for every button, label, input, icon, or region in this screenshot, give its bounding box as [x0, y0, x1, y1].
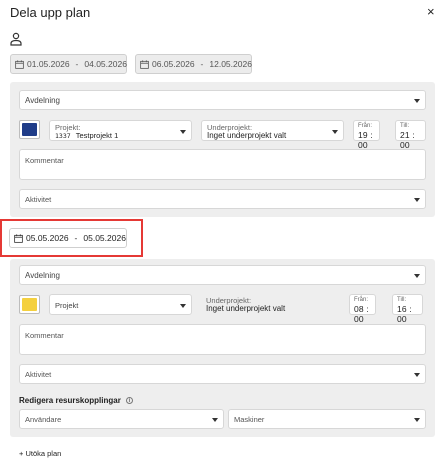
- resource-title-text: Redigera resurskopplingar: [19, 396, 121, 405]
- time-to-value: 21 : 00: [400, 130, 415, 150]
- comment-placeholder: Kommentar: [25, 156, 64, 165]
- activity-placeholder: Aktivitet: [25, 195, 52, 204]
- info-icon[interactable]: i: [125, 397, 133, 404]
- chevron-down-icon: [414, 373, 420, 377]
- time-to-label: Till:: [397, 297, 407, 303]
- activity-select[interactable]: Aktivitet: [19, 189, 426, 209]
- date-range-second[interactable]: 06.05.2026 - 12.05.2026: [135, 54, 252, 74]
- time-to-label: Till:: [400, 123, 410, 129]
- time-from-label: Från:: [358, 123, 373, 129]
- color-swatch: [22, 123, 37, 136]
- department-select[interactable]: Avdelning: [19, 265, 426, 285]
- time-from-label: Från:: [354, 297, 369, 303]
- calendar-icon: [14, 233, 23, 243]
- dialog-title: Dela upp plan: [10, 5, 91, 20]
- chevron-down-icon: [332, 130, 338, 134]
- department-placeholder: Avdelning: [25, 271, 60, 280]
- date-end: 05.05.2026: [83, 233, 126, 243]
- time-to-value: 16 : 00: [397, 304, 412, 324]
- date-range-third[interactable]: 05.05.2026 - 05.05.2026: [9, 228, 127, 248]
- chevron-down-icon: [414, 274, 420, 278]
- project-placeholder: Projekt: [55, 301, 79, 310]
- subproject-select[interactable]: Underprojekt: Inget underprojekt valt: [201, 120, 344, 141]
- time-from-value: 08 : 00: [354, 304, 369, 324]
- time-to-input[interactable]: Till: 21 : 00: [395, 120, 426, 150]
- activity-placeholder: Aktivitet: [25, 370, 52, 379]
- chevron-down-icon: [180, 304, 186, 308]
- project-value: 1337 Testprojekt 1: [55, 131, 118, 140]
- close-icon[interactable]: ×: [427, 4, 435, 19]
- plan-panel-first: Avdelning Projekt: 1337 Testprojekt 1 Un…: [10, 82, 435, 217]
- color-swatch: [22, 298, 37, 311]
- machines-select[interactable]: Maskiner: [228, 409, 426, 429]
- comment-placeholder: Kommentar: [25, 331, 64, 340]
- time-to-input[interactable]: Till: 16 : 00: [392, 294, 423, 324]
- date-separator: -: [74, 233, 78, 243]
- comment-input[interactable]: Kommentar: [19, 324, 426, 355]
- subproject-value: Inget underprojekt valt: [206, 304, 286, 313]
- department-select[interactable]: Avdelning: [19, 90, 426, 110]
- person-icon: [10, 32, 22, 46]
- users-placeholder: Användare: [25, 415, 62, 424]
- date-separator: -: [75, 59, 79, 69]
- chevron-down-icon: [414, 418, 420, 422]
- project-number: 1337: [55, 132, 71, 140]
- date-end: 12.05.2026: [209, 59, 252, 69]
- color-picker[interactable]: [19, 295, 40, 314]
- date-end: 04.05.2026: [84, 59, 127, 69]
- chevron-down-icon: [414, 99, 420, 103]
- resource-section-title: Redigera resurskopplingar i: [19, 396, 133, 405]
- subproject-value: Inget underprojekt valt: [207, 131, 287, 140]
- subproject-select[interactable]: Underprojekt: Inget underprojekt valt: [201, 294, 344, 315]
- date-start: 06.05.2026: [152, 59, 195, 69]
- users-select[interactable]: Användare: [19, 409, 224, 429]
- date-range-first[interactable]: 01.05.2026 - 04.05.2026: [10, 54, 127, 74]
- chevron-down-icon: [414, 198, 420, 202]
- color-picker[interactable]: [19, 120, 40, 139]
- project-select[interactable]: Projekt: 1337 Testprojekt 1: [49, 120, 192, 141]
- time-from-input[interactable]: Från: 19 : 00: [353, 120, 380, 150]
- comment-input[interactable]: Kommentar: [19, 149, 426, 180]
- machines-placeholder: Maskiner: [234, 415, 265, 424]
- date-start: 01.05.2026: [27, 59, 70, 69]
- chevron-down-icon: [212, 418, 218, 422]
- plan-panel-second: Avdelning Projekt Underprojekt: Inget un…: [10, 259, 435, 437]
- project-select[interactable]: Projekt: [49, 294, 192, 315]
- time-from-value: 19 : 00: [358, 130, 373, 150]
- calendar-icon: [15, 59, 24, 69]
- project-name: Testprojekt 1: [75, 131, 119, 140]
- department-placeholder: Avdelning: [25, 96, 60, 105]
- activity-select[interactable]: Aktivitet: [19, 364, 426, 384]
- chevron-down-icon: [180, 130, 186, 134]
- date-start: 05.05.2026: [26, 233, 69, 243]
- calendar-icon: [140, 59, 149, 69]
- date-separator: -: [200, 59, 204, 69]
- extend-plan-button[interactable]: + Utöka plan: [19, 449, 61, 458]
- time-from-input[interactable]: Från: 08 : 00: [349, 294, 376, 324]
